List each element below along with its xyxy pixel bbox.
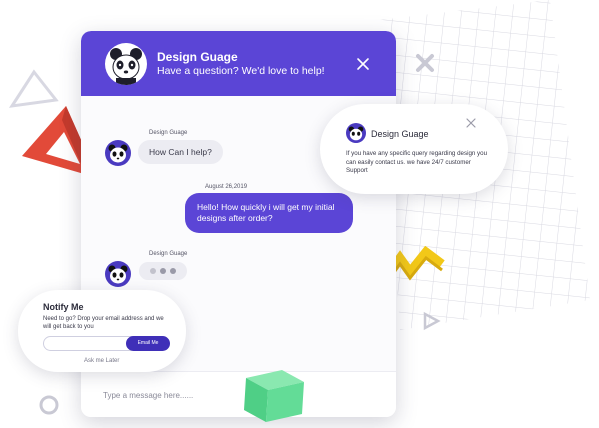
typing-indicator: [139, 262, 187, 280]
notify-me-card: Notify Me Need to go? Drop your email ad…: [18, 290, 186, 372]
message-date: August 26,2019: [205, 184, 248, 190]
close-icon[interactable]: [355, 56, 371, 72]
message-sender: Design Guage: [149, 130, 188, 136]
incoming-message-bubble: How Can I help?: [138, 140, 223, 164]
message-composer: [81, 371, 396, 417]
panda-avatar: [105, 261, 131, 287]
info-card-text: If you have any specific query regarding…: [346, 150, 488, 174]
header-subtitle: Have a question? We'd love to help!: [157, 65, 325, 77]
outline-circle-icon: [39, 395, 59, 415]
info-card-name: Design Guage: [371, 129, 429, 139]
green-cube-icon: [244, 370, 304, 422]
close-icon[interactable]: [466, 118, 476, 128]
outline-play-triangle-icon: [423, 311, 441, 331]
panda-avatar: [346, 123, 366, 143]
agent-name: Design Guage: [157, 50, 238, 64]
message-sender: Design Guage: [149, 251, 188, 257]
x-mark-icon: [416, 54, 434, 72]
panda-avatar: [105, 140, 131, 166]
notify-description: Need to go? Drop your email address and …: [43, 316, 164, 330]
message-input[interactable]: [103, 386, 363, 404]
chat-header: Design Guage Have a question? We'd love …: [81, 31, 396, 96]
email-field-group: Email Me: [43, 336, 170, 351]
email-field[interactable]: [50, 338, 120, 349]
panda-avatar: [105, 43, 147, 85]
outgoing-message-bubble: Hello! How quickly i will get my initial…: [185, 193, 353, 233]
notify-title: Notify Me: [43, 302, 84, 312]
email-me-button[interactable]: Email Me: [126, 336, 170, 351]
ask-me-later-link[interactable]: Ask me Later: [84, 358, 119, 364]
support-info-card: Design Guage If you have any specific qu…: [320, 104, 508, 194]
